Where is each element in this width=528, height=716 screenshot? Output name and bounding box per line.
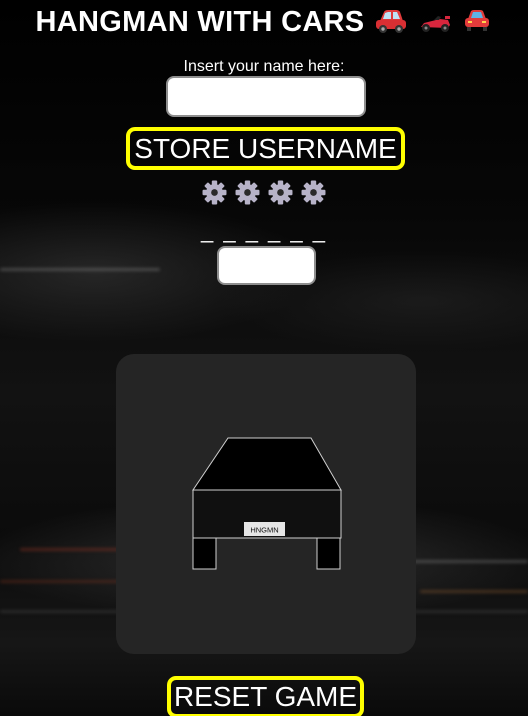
- car-wheel-left: [192, 537, 217, 570]
- lives-remaining: [0, 180, 528, 205]
- license-plate-text: HNGMN: [250, 526, 278, 535]
- gear-icon: [235, 180, 260, 205]
- race-car-icon: [418, 8, 452, 34]
- car-roof: [192, 437, 342, 491]
- username-input[interactable]: [166, 76, 366, 117]
- blue-car-icon: [462, 8, 492, 34]
- gear-icon: [268, 180, 293, 205]
- gear-icon: [301, 180, 326, 205]
- hangman-car-panel: HNGMN: [116, 354, 416, 654]
- store-username-button[interactable]: STORE USERNAME: [126, 127, 405, 170]
- username-label: Insert your name here:: [183, 58, 345, 75]
- letter-guess-input[interactable]: [217, 246, 316, 285]
- gear-icon: [202, 180, 227, 205]
- car-drawing: HNGMN: [192, 437, 342, 570]
- page-title: HANGMAN WITH CARS: [0, 6, 528, 39]
- reset-game-button[interactable]: RESET GAME: [167, 676, 364, 716]
- red-car-icon: [374, 8, 408, 34]
- word-display: _ _ _ _ _ _: [201, 218, 327, 243]
- title-car-icons: [374, 8, 492, 34]
- car-wheel-right: [316, 537, 341, 570]
